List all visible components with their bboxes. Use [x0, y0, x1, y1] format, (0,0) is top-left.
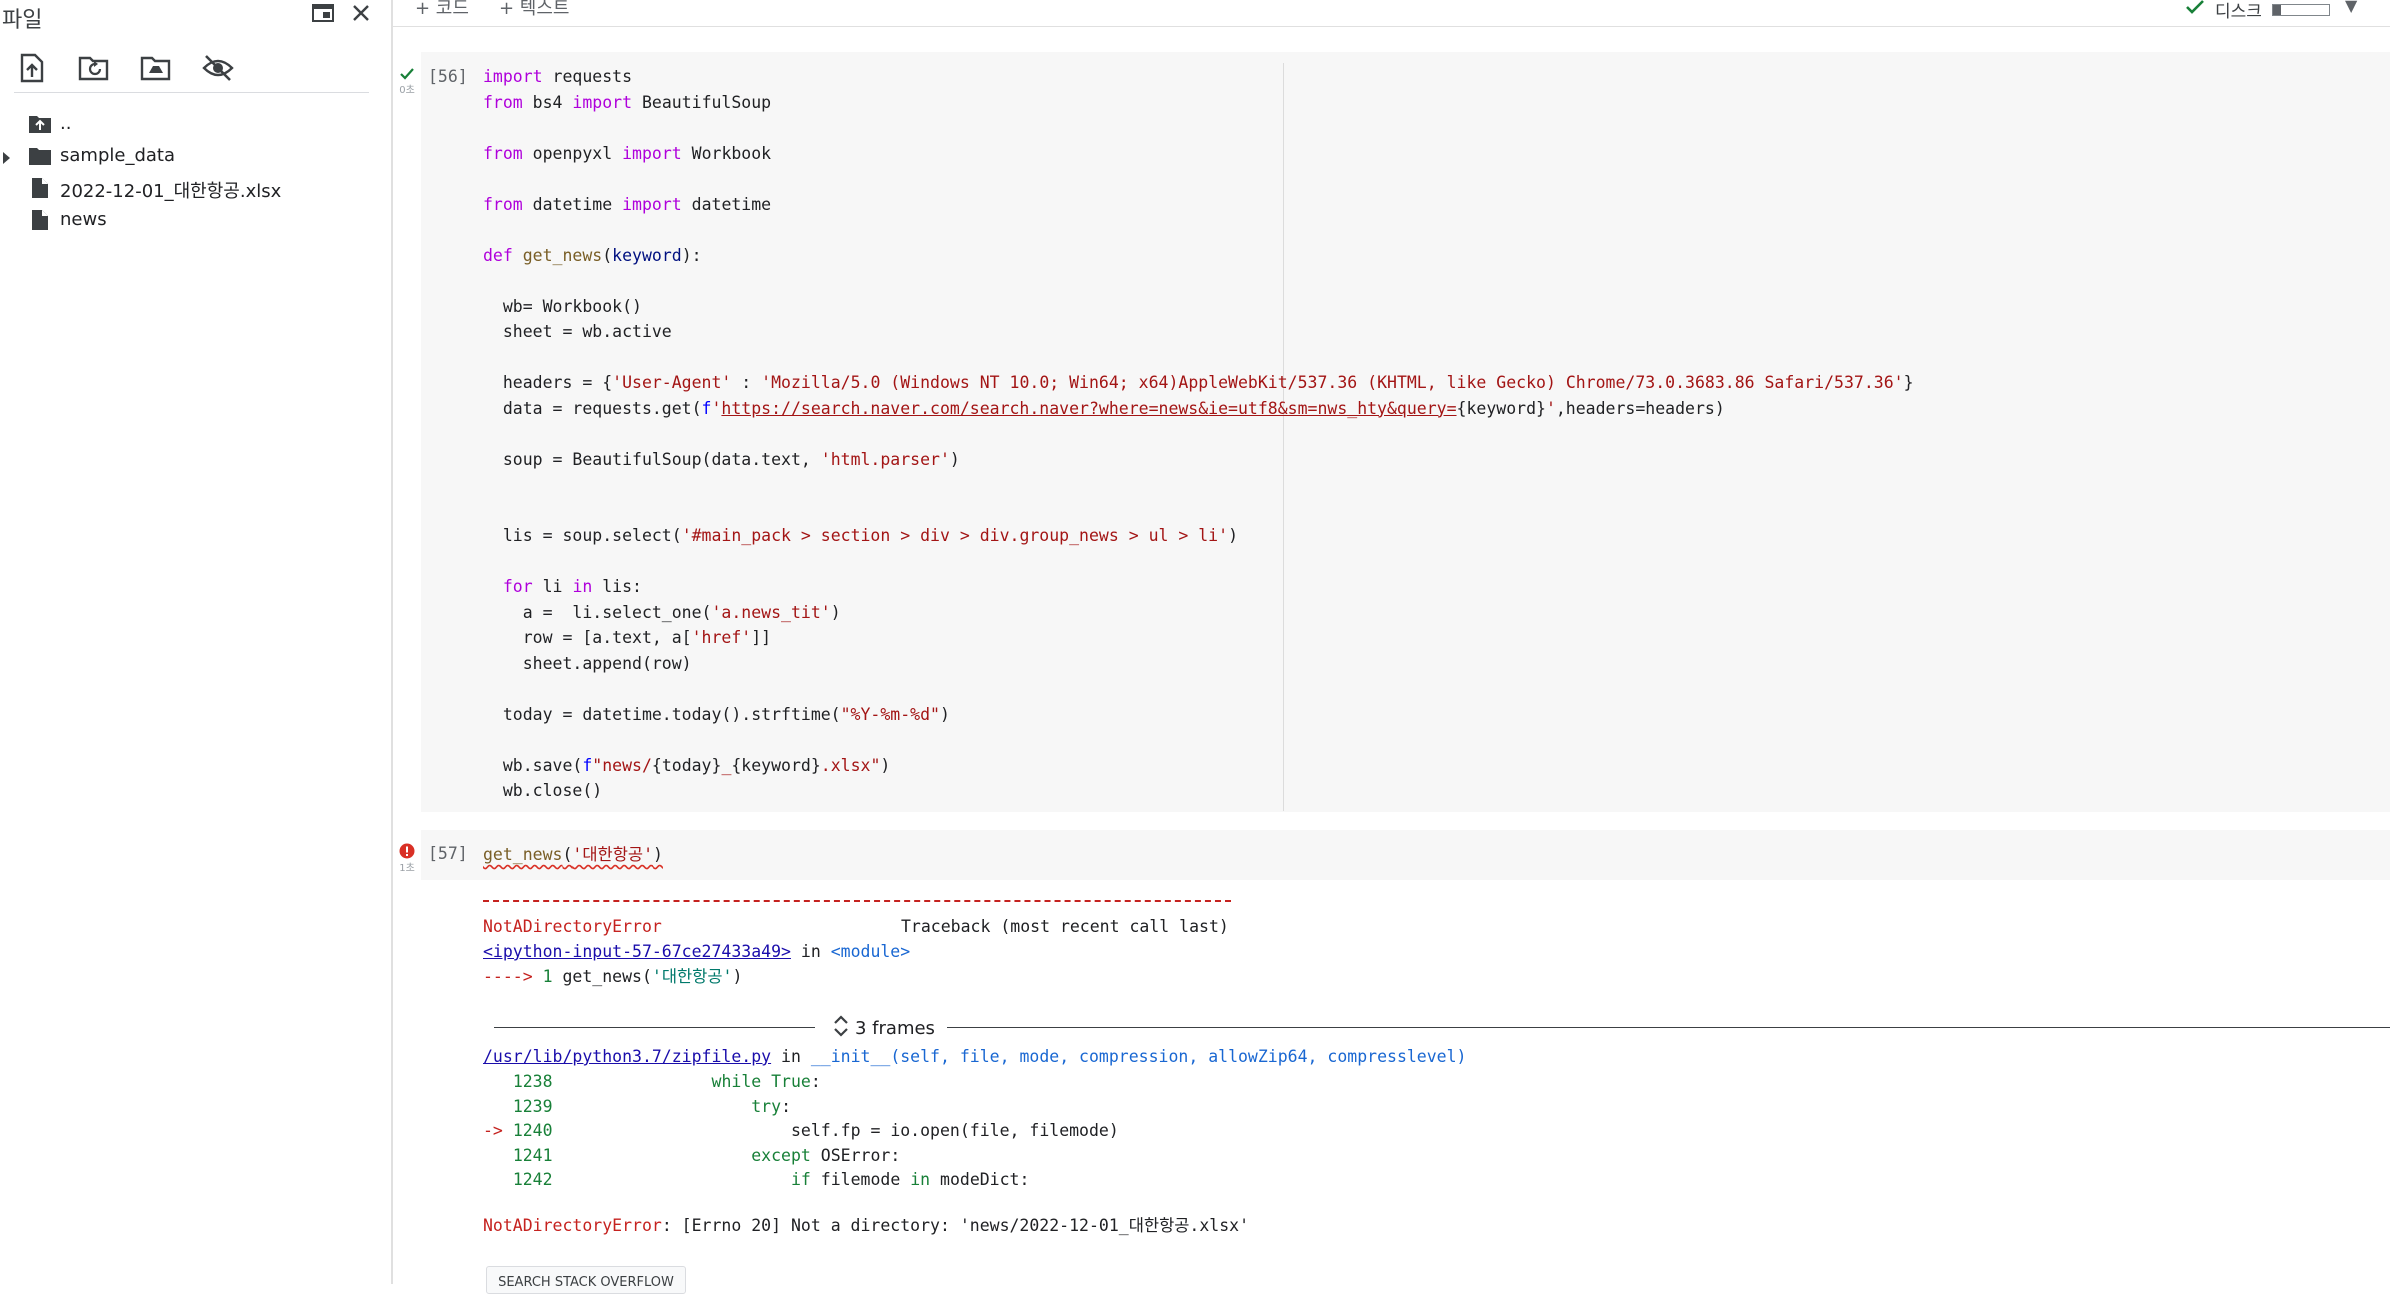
file-icon	[31, 209, 49, 236]
file-tree-item-label: 2022-12-01_대한항공.xlsx	[60, 181, 282, 202]
panel-title: 파일	[2, 8, 43, 33]
connected-check-icon	[2185, 0, 2205, 20]
code-line: from datetime import datetime	[483, 194, 772, 214]
folder-icon	[28, 145, 52, 172]
exec-time: 0초	[399, 85, 415, 96]
frames-divider-right	[947, 1027, 2390, 1028]
disk-label: 디스크	[2215, 2, 2262, 22]
frame-source-line: 1238 while True:	[512, 1072, 821, 1091]
expand-frames-button[interactable]: 3 frames	[833, 1014, 935, 1043]
chevron-down-icon[interactable]: ▼	[2345, 0, 2357, 15]
success-check-icon	[393, 66, 421, 85]
open-in-tab-icon[interactable]	[306, 0, 340, 28]
traceback-arrow-line: ----> 1 get_news('대한항공')	[483, 967, 743, 986]
code-line: wb.close()	[483, 781, 603, 800]
file-tree-item-xlsx[interactable]: 2022-12-01_대한항공.xlsx	[0, 172, 390, 204]
file-tree-item-label: news	[60, 209, 107, 230]
traceback-divider	[483, 900, 1231, 902]
add-code-button[interactable]: + 코드	[415, 0, 469, 20]
file-browser-panel: 파일 .. sample_data 2022-12-01_대한항공.xlsx n…	[0, 0, 393, 1284]
frame-location: /usr/lib/python3.7/zipfile.py in __init_…	[483, 1047, 1466, 1067]
code-cell-57[interactable]	[421, 830, 2390, 880]
in-label: in	[771, 1047, 811, 1066]
disk-usage-bar	[2271, 3, 2330, 16]
input-source-link[interactable]: <ipython-input-57-67ce27433a49>	[483, 942, 791, 961]
final-error-name: NotADirectoryError	[483, 1216, 662, 1235]
file-tree-item-label: sample_data	[60, 145, 175, 166]
frame-source-line: 1242 if filemode in modeDict:	[512, 1170, 1030, 1189]
zipfile-source-link[interactable]: /usr/lib/python3.7/zipfile.py	[483, 1047, 771, 1066]
exec-count: [56]	[428, 67, 468, 86]
file-toolbar	[14, 50, 236, 86]
expand-caret-icon[interactable]	[2, 149, 12, 170]
frame-source-line: 1239 try:	[512, 1096, 791, 1116]
traceback-header: NotADirectoryError Traceback (most recent…	[483, 917, 1229, 937]
file-tree-item-sample-data[interactable]: sample_data	[0, 140, 390, 172]
close-icon[interactable]	[344, 0, 378, 28]
code-line: wb.save(f"news/{today}_{keyword}.xlsx")	[483, 755, 891, 775]
line-length-ruler	[1283, 63, 1284, 811]
exec-count: [57]	[428, 844, 468, 863]
file-tree-item-label: ..	[60, 113, 72, 134]
traceback-label: Traceback (most recent call last)	[901, 917, 1229, 936]
traceback-location: <ipython-input-57-67ce27433a49> in <modu…	[483, 942, 910, 962]
toolbar-divider	[14, 92, 369, 93]
file-tree: .. sample_data 2022-12-01_대한항공.xlsx news	[0, 108, 390, 236]
code-line: row = [a.text, a['href']]	[483, 628, 772, 647]
cell-57-status[interactable]: 1초	[393, 843, 421, 875]
error-name: NotADirectoryError	[483, 917, 662, 936]
hide-files-icon[interactable]	[200, 50, 236, 86]
code-cell-56[interactable]	[421, 52, 2390, 812]
notebook-toolbar: + 코드 + 텍스트 디스크 ▼	[393, 0, 2390, 27]
frame-function: __init__(self, file, mode, compression, …	[810, 1047, 1467, 1066]
code-line: from bs4 import BeautifulSoup	[483, 92, 772, 112]
search-stack-overflow-button[interactable]: SEARCH STACK OVERFLOW	[486, 1266, 686, 1294]
code-line: today = datetime.today().strftime("%Y-%m…	[483, 704, 950, 724]
code-line: soup = BeautifulSoup(data.text, 'html.pa…	[483, 449, 960, 469]
cell-56-status[interactable]: 0초	[393, 66, 421, 97]
module-name: <module>	[830, 942, 911, 961]
code-line: def get_news(keyword):	[483, 245, 702, 265]
final-error-line: NotADirectoryError: [Errno 20] Not a dir…	[483, 1216, 1249, 1236]
file-tree-item-parent[interactable]: ..	[0, 108, 390, 140]
code-line: wb= Workbook()	[483, 296, 642, 316]
code-line: import requests	[483, 67, 633, 86]
frame-source-line: -> 1240 self.fp = io.open(file, filemode…	[483, 1121, 1119, 1140]
add-text-button[interactable]: + 텍스트	[499, 0, 569, 20]
file-tree-item-news[interactable]: news	[0, 204, 390, 236]
code-line: headers = {'User-Agent' : 'Mozilla/5.0 (…	[483, 373, 1914, 392]
frames-divider-left	[494, 1027, 815, 1028]
file-icon	[31, 177, 49, 204]
error-icon	[393, 843, 421, 863]
final-error-message: : [Errno 20] Not a directory: 'news/2022…	[661, 1216, 1250, 1235]
code-line: lis = soup.select('#main_pack > section …	[483, 526, 1238, 545]
frame-source-line: 1241 except OSError:	[512, 1145, 901, 1165]
resource-indicator[interactable]: 디스크	[2185, 0, 2330, 22]
disk-usage-fill	[2272, 4, 2282, 15]
frames-label: 3 frames	[855, 1018, 935, 1039]
code-line: a = li.select_one('a.news_tit')	[483, 602, 841, 622]
in-label: in	[790, 942, 831, 961]
exec-time: 1초	[399, 863, 415, 874]
code-line: sheet = wb.active	[483, 322, 672, 341]
upload-file-icon[interactable]	[14, 50, 50, 86]
mount-drive-icon[interactable]	[138, 50, 174, 86]
code-line: from openpyxl import Workbook	[483, 143, 772, 163]
code-line: for li in lis:	[502, 577, 642, 596]
parent-folder-icon	[28, 113, 52, 140]
code-line: data = requests.get(f'https://search.nav…	[483, 398, 1725, 418]
expand-collapse-icon	[833, 1014, 849, 1043]
refresh-folder-icon[interactable]	[76, 50, 112, 86]
code-line: sheet.append(row)	[483, 653, 692, 673]
code-editor[interactable]: get_news('대한항공')	[483, 845, 663, 865]
